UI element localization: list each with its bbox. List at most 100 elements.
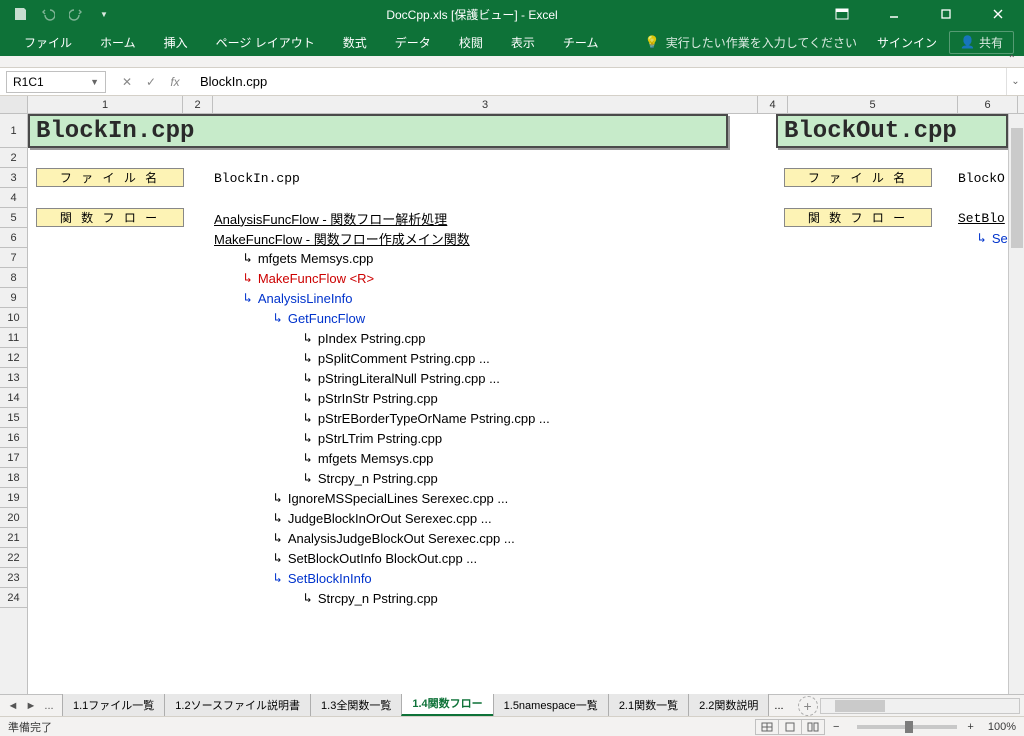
view-normal-icon[interactable]	[755, 719, 779, 735]
arrow-icon: ↳	[304, 351, 312, 366]
row-header[interactable]: 11	[0, 328, 27, 348]
status-bar: 準備完了 − + 100%	[0, 716, 1024, 736]
ribbon-tab[interactable]: ホーム	[86, 30, 150, 56]
sheet-tab[interactable]: 1.3全関数一覧	[310, 693, 402, 716]
column-header[interactable]: 3	[213, 96, 758, 113]
arrow-icon: ↳	[304, 471, 312, 486]
cancel-icon[interactable]: ✕	[116, 71, 138, 93]
expand-formula-bar-icon[interactable]: ⌄	[1006, 68, 1024, 95]
sheet-tab[interactable]: 1.5namespace一覧	[493, 693, 609, 716]
formula-input[interactable]: BlockIn.cpp	[192, 71, 1006, 92]
zoom-in-button[interactable]: +	[967, 721, 973, 733]
scrollbar-thumb[interactable]	[1011, 128, 1023, 248]
sheet-nav-prev-icon[interactable]: ◄	[6, 700, 20, 712]
sheet-tab[interactable]: 2.2関数説明	[688, 693, 769, 716]
sheet-tab[interactable]: 1.1ファイル一覧	[62, 693, 165, 716]
row-header[interactable]: 18	[0, 468, 27, 488]
row-header[interactable]: 23	[0, 568, 27, 588]
tell-me-search[interactable]: 💡 実行したい作業を入力してください	[645, 34, 857, 51]
ribbon-collapsed-bar: ⌃	[0, 56, 1024, 68]
undo-icon[interactable]	[36, 2, 60, 26]
sheet-nav-buttons: ◄ ► ...	[0, 700, 62, 712]
ribbon-tab[interactable]: チーム	[549, 30, 613, 56]
row-header[interactable]: 14	[0, 388, 27, 408]
arrow-icon: ↳	[274, 531, 282, 546]
arrow-icon: ↳	[244, 251, 252, 266]
row-header[interactable]: 12	[0, 348, 27, 368]
ribbon-tab[interactable]: 表示	[497, 30, 549, 56]
zoom-out-button[interactable]: −	[833, 721, 839, 733]
ribbon-tab[interactable]: 校閲	[445, 30, 497, 56]
ribbon-tab[interactable]: ファイル	[10, 30, 86, 56]
fx-icon[interactable]: fx	[164, 71, 186, 93]
filename-b: BlockO	[958, 168, 1005, 188]
new-sheet-button[interactable]: +	[798, 696, 818, 716]
flow-line: ↳pStrLTrim Pstring.cpp	[304, 428, 442, 448]
row-header[interactable]: 8	[0, 268, 27, 288]
flow-line: ↳AnalysisJudgeBlockOut Serexec.cpp ...	[274, 528, 515, 548]
ribbon-tab[interactable]: データ	[381, 30, 445, 56]
column-header[interactable]: 4	[758, 96, 788, 113]
row-header[interactable]: 9	[0, 288, 27, 308]
row-header[interactable]: 19	[0, 488, 27, 508]
enter-icon[interactable]: ✓	[140, 71, 162, 93]
qat-dropdown-icon[interactable]: ▼	[92, 2, 116, 26]
zoom-slider[interactable]	[857, 725, 957, 729]
row-header[interactable]: 22	[0, 548, 27, 568]
arrow-icon: ↳	[274, 571, 282, 586]
column-header[interactable]: 5	[788, 96, 958, 113]
name-box[interactable]: R1C1 ▼	[6, 71, 106, 93]
flow-line: ↳SetBlockInInfo	[274, 568, 372, 588]
maximize-icon[interactable]	[924, 0, 968, 28]
flow-line: ↳mfgets Memsys.cpp	[244, 248, 373, 268]
column-header[interactable]: 2	[183, 96, 213, 113]
horizontal-scrollbar[interactable]	[820, 698, 1020, 714]
row-header[interactable]: 6	[0, 228, 27, 248]
view-page-break-icon[interactable]	[801, 719, 825, 735]
expand-ribbon-icon[interactable]: ⌃	[1008, 54, 1016, 65]
zoom-level[interactable]: 100%	[988, 721, 1016, 733]
sheet-tab[interactable]: 2.1関数一覧	[608, 693, 689, 716]
scrollbar-thumb[interactable]	[835, 700, 885, 712]
ribbon-tab[interactable]: 数式	[329, 30, 381, 56]
share-button[interactable]: 👤 共有	[949, 31, 1014, 54]
row-header[interactable]: 21	[0, 528, 27, 548]
row-header[interactable]: 16	[0, 428, 27, 448]
flow-line: ↳pStringLiteralNull Pstring.cpp ...	[304, 368, 500, 388]
ribbon-tab[interactable]: ページ レイアウト	[202, 30, 329, 56]
row-header[interactable]: 24	[0, 588, 27, 608]
row-header[interactable]: 10	[0, 308, 27, 328]
chevron-down-icon[interactable]: ▼	[90, 77, 99, 87]
select-all-corner[interactable]	[0, 96, 28, 113]
flow-line: ↳pSplitComment Pstring.cpp ...	[304, 348, 490, 368]
redo-icon[interactable]	[64, 2, 88, 26]
row-header[interactable]: 4	[0, 188, 27, 208]
column-header[interactable]: 6	[958, 96, 1018, 113]
sign-in-link[interactable]: サインイン	[877, 34, 937, 51]
cells-area[interactable]: BlockIn.cpp BlockOut.cpp フ ァ イ ル 名 Block…	[28, 114, 1024, 694]
row-header[interactable]: 7	[0, 248, 27, 268]
view-page-layout-icon[interactable]	[778, 719, 802, 735]
sheet-nav-ellipsis[interactable]: ...	[42, 700, 56, 712]
row-header[interactable]: 5	[0, 208, 27, 228]
row-header[interactable]: 3	[0, 168, 27, 188]
row-header[interactable]: 15	[0, 408, 27, 428]
row-header[interactable]: 20	[0, 508, 27, 528]
row-header[interactable]: 1	[0, 114, 27, 148]
row-header[interactable]: 17	[0, 448, 27, 468]
sheet-tabs-more[interactable]: ...	[768, 700, 789, 712]
zoom-slider-thumb[interactable]	[905, 721, 913, 733]
sheet-nav-next-icon[interactable]: ►	[24, 700, 38, 712]
column-header[interactable]: 1	[28, 96, 183, 113]
close-icon[interactable]	[976, 0, 1020, 28]
ribbon-display-icon[interactable]	[820, 0, 864, 28]
row-header[interactable]: 13	[0, 368, 27, 388]
sheet-tab[interactable]: 1.4関数フロー	[401, 691, 493, 716]
row-header[interactable]: 2	[0, 148, 27, 168]
vertical-scrollbar[interactable]	[1008, 114, 1024, 694]
ribbon-tab[interactable]: 挿入	[150, 30, 202, 56]
minimize-icon[interactable]	[872, 0, 916, 28]
sheet-tab[interactable]: 1.2ソースファイル説明書	[164, 693, 311, 716]
save-icon[interactable]	[8, 2, 32, 26]
quick-access-toolbar: ▼	[0, 2, 124, 26]
